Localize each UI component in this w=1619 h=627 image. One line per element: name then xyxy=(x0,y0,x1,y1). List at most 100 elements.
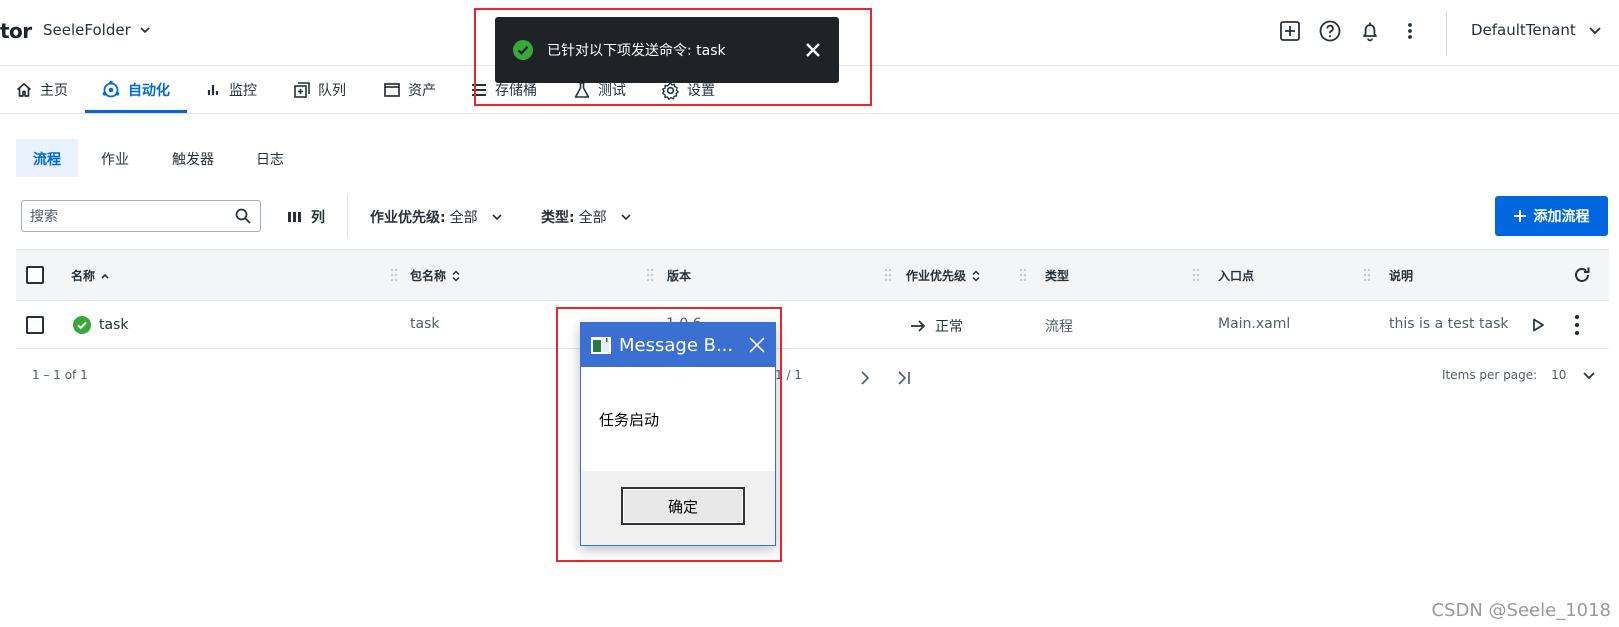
cell-entry-point: Main.xaml xyxy=(1218,316,1291,332)
app-brand: tor xyxy=(0,19,32,43)
tab-triggers[interactable]: 触发器 xyxy=(155,139,231,177)
tab-processes[interactable]: 流程 xyxy=(16,139,78,177)
success-check-icon xyxy=(73,316,91,334)
nav-item-monitoring[interactable]: 监控 xyxy=(206,80,257,100)
filter-value: 全部 xyxy=(578,210,607,226)
active-tab-indicator xyxy=(85,110,187,113)
nav-label: 监控 xyxy=(229,83,257,99)
column-header-entry-point[interactable]: 入口点 xyxy=(1218,267,1254,284)
nav-label: 队列 xyxy=(318,83,346,99)
tab-logs[interactable]: 日志 xyxy=(239,139,301,177)
tab-jobs[interactable]: 作业 xyxy=(84,139,146,177)
search-placeholder: 搜索 xyxy=(30,209,58,225)
columns-icon xyxy=(288,212,301,222)
nav-label: 资产 xyxy=(408,83,436,99)
search-input[interactable]: 搜索 xyxy=(21,200,261,232)
more-vertical-icon[interactable] xyxy=(1397,18,1423,44)
column-label: 类型 xyxy=(1045,269,1070,283)
nav-item-home[interactable]: 主页 xyxy=(15,80,68,100)
resize-grip-icon[interactable] xyxy=(1363,268,1371,282)
refresh-icon[interactable] xyxy=(1572,265,1592,285)
tenant-name: DefaultTenant xyxy=(1471,21,1576,39)
resize-grip-icon[interactable] xyxy=(1019,268,1027,282)
watermark: CSDN @Seele_1018 xyxy=(1431,600,1612,621)
sort-ascending-icon xyxy=(101,273,109,279)
nav-label: 自动化 xyxy=(128,83,170,99)
automation-gear-icon xyxy=(102,80,120,98)
select-all-checkbox[interactable] xyxy=(26,266,44,284)
column-label: 入口点 xyxy=(1218,269,1255,283)
type-filter[interactable]: 类型: 全部 xyxy=(541,207,633,227)
resize-grip-icon[interactable] xyxy=(646,268,654,282)
pagination-range: 1 – 1 of 1 xyxy=(32,368,88,382)
table-header: 名称 包名称 版本 作业优先级 类型 入口点 说明 xyxy=(16,249,1609,301)
chevron-down-icon xyxy=(621,214,631,221)
asset-window-icon xyxy=(384,83,400,97)
home-icon xyxy=(16,83,32,97)
folder-name: SeeleFolder xyxy=(43,21,131,39)
chevron-down-icon xyxy=(1583,372,1596,380)
highlight-box xyxy=(474,8,872,106)
add-process-button[interactable]: 添加流程 xyxy=(1495,196,1608,236)
cell-type: 流程 xyxy=(1045,319,1073,335)
items-per-page[interactable]: Items per page: 10 xyxy=(1442,368,1596,382)
help-icon[interactable] xyxy=(1317,18,1343,44)
arrow-right-icon xyxy=(911,320,926,332)
column-header-type[interactable]: 类型 xyxy=(1045,267,1069,284)
column-label: 说明 xyxy=(1389,269,1414,283)
items-per-page-label: Items per page: xyxy=(1442,368,1538,382)
resize-grip-icon[interactable] xyxy=(884,268,892,282)
column-label: 作业优先级 xyxy=(906,269,967,283)
plus-icon xyxy=(1513,210,1526,222)
column-label: 版本 xyxy=(667,269,692,283)
sort-icon xyxy=(452,269,460,282)
chevron-down-icon xyxy=(492,214,502,221)
column-header-priority[interactable]: 作业优先级 xyxy=(906,267,981,284)
column-header-version[interactable]: 版本 xyxy=(667,267,691,284)
bar-chart-icon xyxy=(207,85,219,95)
add-process-label: 添加流程 xyxy=(1533,209,1590,225)
column-header-description[interactable]: 说明 xyxy=(1389,267,1413,284)
nav-label: 主页 xyxy=(40,83,68,99)
chevron-down-icon xyxy=(1589,27,1601,35)
queue-icon xyxy=(294,82,310,98)
header-divider xyxy=(1446,10,1447,56)
highlight-box xyxy=(556,307,782,562)
column-header-name[interactable]: 名称 xyxy=(71,267,110,284)
chevron-down-icon xyxy=(140,27,150,34)
filter-key: 作业优先级: xyxy=(370,210,446,226)
toolbar-divider xyxy=(347,195,348,237)
resize-grip-icon[interactable] xyxy=(390,268,398,282)
cell-text: task xyxy=(99,317,129,333)
start-job-play-icon[interactable] xyxy=(1530,317,1546,333)
filter-value: 全部 xyxy=(449,210,478,226)
add-square-icon[interactable] xyxy=(1277,18,1303,44)
nav-item-automation[interactable]: 自动化 xyxy=(101,80,170,100)
next-page-icon[interactable] xyxy=(858,370,872,386)
nav-item-queues[interactable]: 队列 xyxy=(293,80,346,100)
column-label: 包名称 xyxy=(410,269,447,283)
cell-package: task xyxy=(410,316,440,332)
cell-description: this is a test task xyxy=(1389,316,1509,332)
nav-item-assets[interactable]: 资产 xyxy=(383,80,436,100)
row-more-icon[interactable] xyxy=(1569,314,1585,336)
columns-label: 列 xyxy=(311,210,325,226)
search-icon xyxy=(235,208,251,224)
notification-bell-icon[interactable] xyxy=(1357,18,1383,44)
columns-button[interactable]: 列 xyxy=(288,207,325,227)
filter-key: 类型: xyxy=(541,210,575,226)
last-page-icon[interactable] xyxy=(896,370,914,386)
sort-icon xyxy=(972,269,980,282)
column-header-package[interactable]: 包名称 xyxy=(410,267,461,284)
items-per-page-value: 10 xyxy=(1551,368,1567,382)
cell-priority: 正常 xyxy=(909,316,963,336)
cell-name: task xyxy=(73,316,128,334)
row-checkbox[interactable] xyxy=(26,316,44,334)
cell-text: 正常 xyxy=(935,319,963,335)
folder-selector[interactable]: SeeleFolder xyxy=(43,21,151,39)
table-row[interactable]: task task 1.0.6 正常 流程 Main.xaml this is … xyxy=(16,301,1609,349)
column-label: 名称 xyxy=(71,269,96,283)
priority-filter[interactable]: 作业优先级: 全部 xyxy=(370,207,504,227)
tenant-selector[interactable]: DefaultTenant xyxy=(1471,21,1602,39)
resize-grip-icon[interactable] xyxy=(1192,268,1200,282)
